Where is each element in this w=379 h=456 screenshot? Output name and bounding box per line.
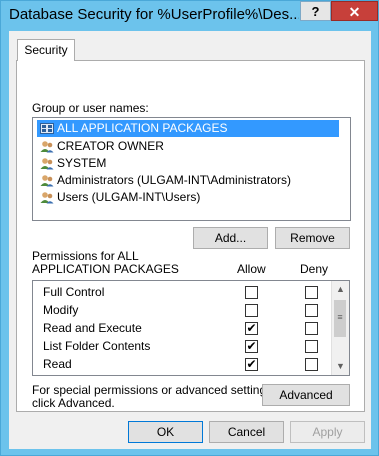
group-list[interactable]: ALL APPLICATION PACKAGES CREATOR OWNER S… bbox=[32, 117, 351, 221]
group-name: CREATOR OWNER bbox=[57, 139, 164, 153]
deny-checkbox[interactable] bbox=[305, 340, 318, 353]
deny-checkbox[interactable] bbox=[305, 286, 318, 299]
permission-row: Read and Execute ✔ bbox=[33, 319, 333, 337]
list-item[interactable]: Users (ULGAM-INT\Users) bbox=[37, 189, 204, 206]
package-group-icon bbox=[40, 122, 54, 135]
deny-column-header: Deny bbox=[300, 262, 329, 276]
allow-checkbox[interactable]: ✔ bbox=[245, 322, 258, 335]
list-item[interactable]: Administrators (ULGAM-INT\Administrators… bbox=[37, 172, 295, 189]
dialog-body: Security Group or user names: ALL APPLIC… bbox=[9, 31, 371, 449]
permission-row: List Folder Contents ✔ bbox=[33, 337, 333, 355]
permission-name: Read and Execute bbox=[43, 321, 142, 335]
permission-name: Full Control bbox=[43, 285, 105, 299]
permission-row: Full Control bbox=[33, 283, 333, 301]
users-icon bbox=[40, 174, 54, 187]
allow-checkbox[interactable] bbox=[245, 286, 258, 299]
deny-checkbox[interactable] bbox=[305, 304, 318, 317]
allow-checkbox[interactable]: ✔ bbox=[245, 358, 258, 371]
list-item[interactable]: ALL APPLICATION PACKAGES bbox=[37, 120, 339, 137]
title-bar[interactable]: Database Security for %UserProfile%\Des.… bbox=[1, 1, 378, 29]
list-item[interactable]: CREATOR OWNER bbox=[37, 138, 168, 155]
users-icon bbox=[40, 140, 54, 153]
list-item[interactable]: SYSTEM bbox=[37, 155, 110, 172]
scroll-down-icon[interactable]: ▼ bbox=[332, 358, 349, 375]
permission-name: List Folder Contents bbox=[43, 339, 151, 353]
allow-checkbox[interactable]: ✔ bbox=[245, 340, 258, 353]
users-icon bbox=[40, 191, 54, 204]
help-button[interactable]: ? bbox=[300, 1, 331, 21]
group-name: SYSTEM bbox=[57, 156, 107, 170]
advanced-hint-line2: click Advanced. bbox=[32, 396, 115, 410]
deny-checkbox[interactable] bbox=[305, 358, 318, 371]
permissions-label-line2: APPLICATION PACKAGES bbox=[32, 262, 179, 276]
cancel-button[interactable]: Cancel bbox=[209, 421, 284, 443]
permissions-list: Full Control Modify Read and Execute ✔ L… bbox=[32, 280, 350, 376]
add-button[interactable]: Add... bbox=[193, 227, 268, 249]
tab-security[interactable]: Security bbox=[17, 39, 75, 61]
scroll-thumb[interactable]: ≡ bbox=[334, 300, 346, 337]
allow-checkbox[interactable] bbox=[245, 304, 258, 317]
permission-name: Modify bbox=[43, 303, 79, 317]
permissions-label-line1: Permissions for ALL bbox=[32, 249, 139, 263]
permissions-scrollbar[interactable]: ▲ ≡ ▼ bbox=[331, 281, 349, 375]
permission-row: Read ✔ bbox=[33, 355, 333, 373]
advanced-hint-line1: For special permissions or advanced sett… bbox=[32, 383, 276, 397]
remove-button[interactable]: Remove bbox=[275, 227, 350, 249]
allow-column-header: Allow bbox=[237, 262, 266, 276]
users-icon bbox=[40, 157, 54, 170]
scroll-up-icon[interactable]: ▲ bbox=[332, 281, 349, 298]
security-tab-panel: Group or user names: ALL APPLICATION PAC… bbox=[16, 60, 365, 412]
advanced-button[interactable]: Advanced bbox=[262, 384, 350, 406]
group-name: Administrators (ULGAM-INT\Administrators… bbox=[57, 173, 292, 187]
window-title: Database Security for %UserProfile%\Des.… bbox=[9, 6, 299, 23]
group-names-label: Group or user names: bbox=[32, 101, 149, 115]
ok-button[interactable]: OK bbox=[128, 421, 203, 443]
permission-row: Modify bbox=[33, 301, 333, 319]
security-dialog: Database Security for %UserProfile%\Des.… bbox=[0, 0, 379, 456]
permission-name: Read bbox=[43, 357, 72, 371]
apply-button[interactable]: Apply bbox=[290, 421, 365, 443]
group-name: ALL APPLICATION PACKAGES bbox=[57, 121, 228, 135]
group-name: Users (ULGAM-INT\Users) bbox=[57, 190, 201, 204]
close-button[interactable]: ✕ bbox=[331, 1, 378, 21]
deny-checkbox[interactable] bbox=[305, 322, 318, 335]
